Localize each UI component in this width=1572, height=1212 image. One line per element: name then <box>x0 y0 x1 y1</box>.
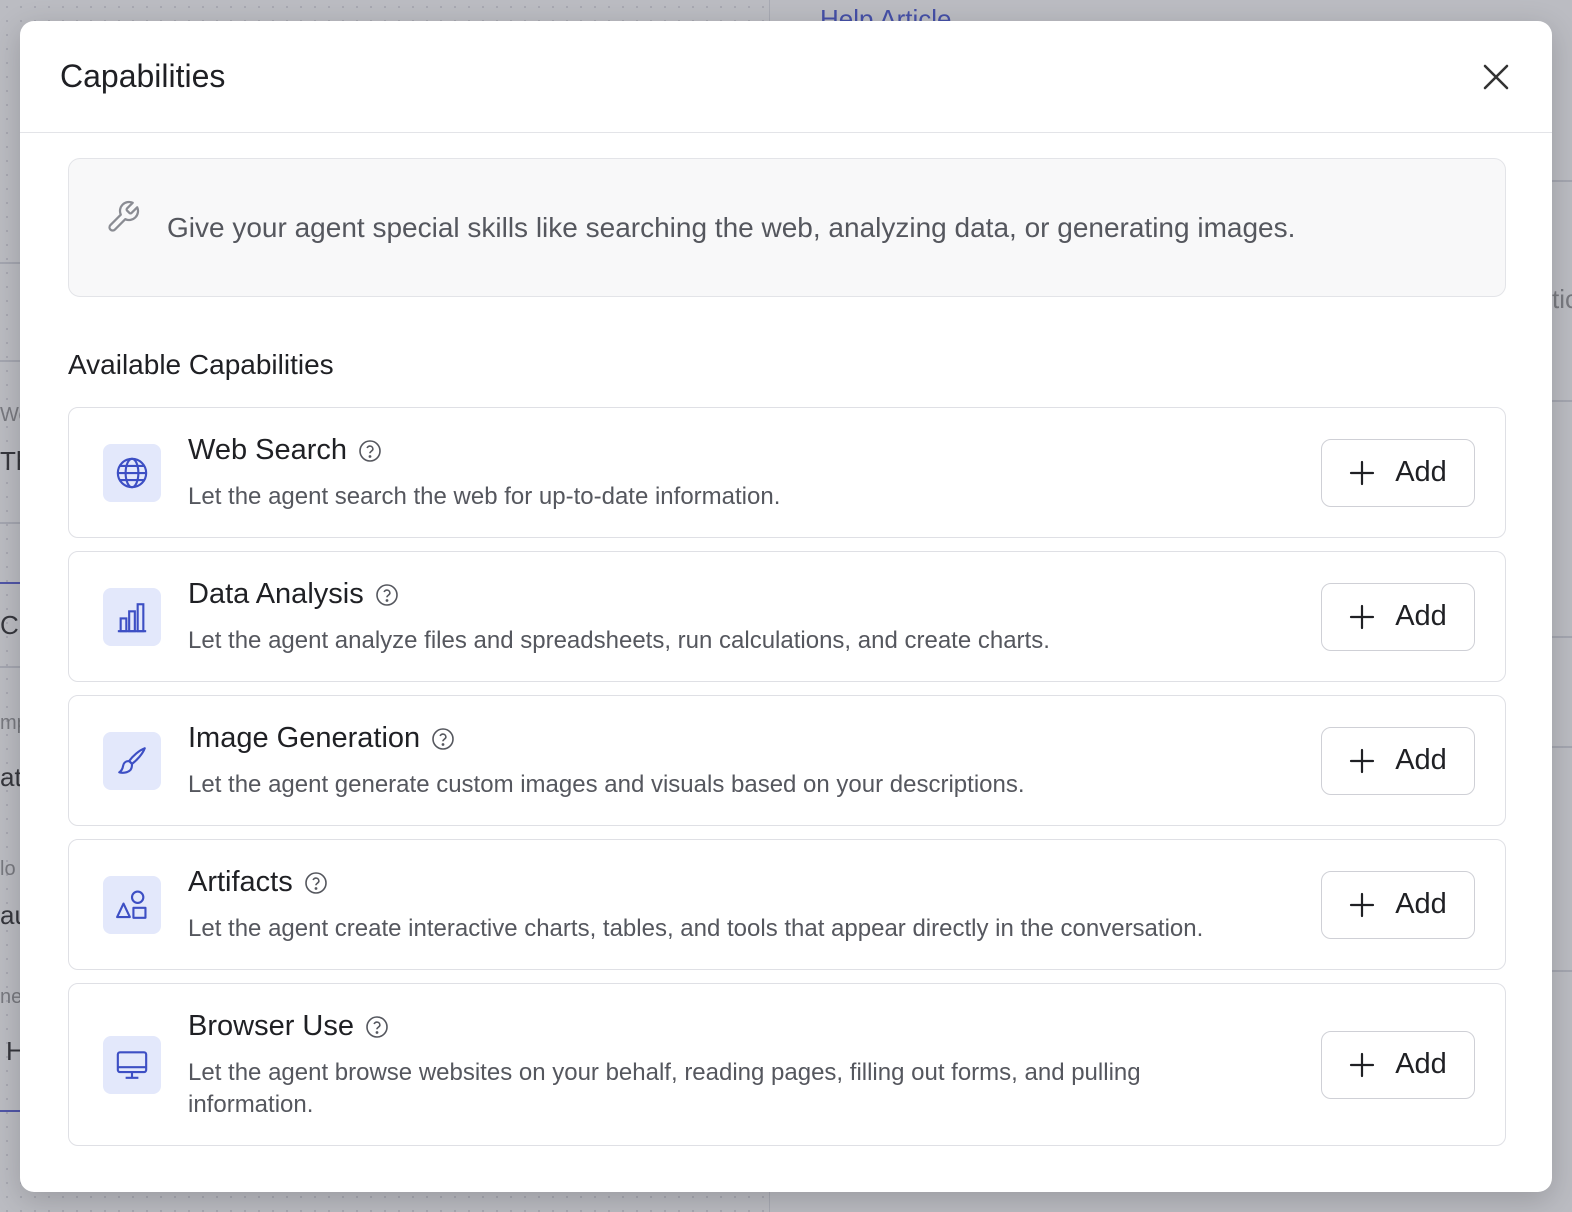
capability-description: Let the agent search the web for up-to-d… <box>188 483 781 510</box>
capability-text: Web Search Let the agent search the web … <box>188 432 1321 513</box>
section-title: Available Capabilities <box>68 349 334 380</box>
help-circle-icon[interactable] <box>365 1015 389 1039</box>
capability-icon-box <box>103 731 161 790</box>
add-button-label: Add <box>1395 744 1447 776</box>
dialog-body: Give your agent special skills like sear… <box>20 133 1552 1146</box>
add-artifacts-button[interactable]: Add <box>1321 870 1475 939</box>
capability-text: Image Generation Let the agent generate … <box>188 720 1321 801</box>
shapes-icon <box>116 889 147 919</box>
capability-icon-box <box>103 1035 161 1094</box>
capability-title-row: Artifacts <box>188 866 1321 899</box>
add-button-label: Add <box>1395 600 1447 632</box>
capability-icon-box <box>103 443 161 502</box>
capability-title-row: Web Search <box>188 434 1321 467</box>
monitor-icon <box>116 1050 148 1079</box>
plus-icon <box>1350 1052 1375 1077</box>
capability-icon-box <box>103 587 161 646</box>
capability-text: Artifacts Let the agent create interacti… <box>188 864 1321 945</box>
plus-icon <box>1350 460 1375 485</box>
close-icon <box>1483 64 1509 89</box>
help-circle-icon[interactable] <box>431 727 455 751</box>
capability-description: Let the agent browse websites on your be… <box>188 1059 1141 1118</box>
capability-name: Data Analysis <box>188 578 364 610</box>
capability-card-artifacts: Artifacts Let the agent create interacti… <box>68 839 1506 970</box>
capability-card-web-search: Web Search Let the agent search the web … <box>68 407 1506 538</box>
capability-icon-box <box>103 875 161 934</box>
capability-card-data-analysis: Data Analysis Let the agent analyze file… <box>68 551 1506 682</box>
help-circle-icon[interactable] <box>358 439 382 463</box>
add-web-search-button[interactable]: Add <box>1321 438 1475 507</box>
add-image-generation-button[interactable]: Add <box>1321 726 1475 795</box>
close-button[interactable] <box>1472 53 1520 101</box>
capability-text: Browser Use Let the agent browse website… <box>188 1008 1321 1121</box>
plus-icon <box>1350 748 1375 773</box>
capability-card-browser-use: Browser Use Let the agent browse website… <box>68 983 1506 1146</box>
info-callout: Give your agent special skills like sear… <box>68 158 1506 297</box>
capability-name: Web Search <box>188 434 348 466</box>
paintbrush-icon <box>118 746 146 774</box>
capability-name: Image Generation <box>188 722 421 754</box>
wrench-icon <box>108 200 140 232</box>
capability-title-row: Browser Use <box>188 1010 1321 1043</box>
add-button-label: Add <box>1395 456 1447 488</box>
capability-description: Let the agent create interactive charts,… <box>188 915 1204 942</box>
info-text: Give your agent special skills like sear… <box>167 211 1296 243</box>
help-circle-icon[interactable] <box>304 871 328 895</box>
add-button-label: Add <box>1395 888 1447 920</box>
capability-description: Let the agent analyze files and spreadsh… <box>188 627 1050 654</box>
capability-card-image-generation: Image Generation Let the agent generate … <box>68 695 1506 826</box>
dialog-header: Capabilities <box>20 21 1552 133</box>
help-circle-icon[interactable] <box>375 583 399 607</box>
capability-name: Artifacts <box>188 866 293 898</box>
add-browser-use-button[interactable]: Add <box>1321 1030 1475 1099</box>
bar-chart-icon <box>117 602 147 632</box>
plus-icon <box>1350 604 1375 629</box>
capabilities-dialog: Capabilities Give your agent special ski… <box>20 21 1552 1192</box>
capability-title-row: Data Analysis <box>188 578 1321 611</box>
add-data-analysis-button[interactable]: Add <box>1321 582 1475 651</box>
add-button-label: Add <box>1395 1048 1447 1080</box>
dialog-title: Capabilities <box>60 58 226 94</box>
capability-title-row: Image Generation <box>188 722 1321 755</box>
globe-icon <box>116 457 148 488</box>
capability-text: Data Analysis Let the agent analyze file… <box>188 576 1321 657</box>
plus-icon <box>1350 892 1375 917</box>
capability-name: Browser Use <box>188 1010 354 1042</box>
capability-description: Let the agent generate custom images and… <box>188 771 1025 798</box>
